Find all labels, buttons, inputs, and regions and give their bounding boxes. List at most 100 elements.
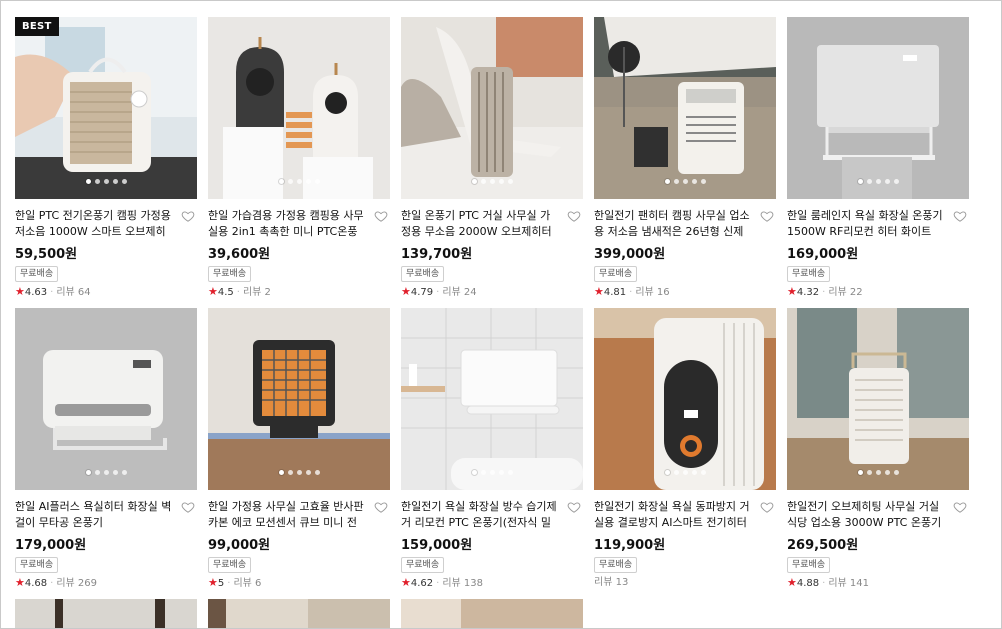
rating-value: 4.63 [24, 287, 48, 298]
product-title[interactable]: 한일 PTC 전기온풍기 캠핑 가정용 저소음 1000W 스마트 오브제히터 [15, 208, 173, 240]
product-image[interactable] [208, 599, 390, 628]
heater-photo [401, 17, 583, 199]
product-rating: ★4.68 · 리뷰 269 [15, 576, 197, 590]
product-image[interactable] [15, 599, 197, 628]
star-icon: ★ [787, 576, 797, 589]
image-pager-dots[interactable] [15, 470, 197, 475]
product-image[interactable] [401, 308, 583, 490]
rating-value: 4.5 [217, 287, 234, 298]
image-pager-dots[interactable] [208, 179, 390, 184]
star-icon: ★ [401, 576, 411, 589]
image-pager-dots[interactable] [401, 470, 583, 475]
heater-photo [401, 308, 583, 490]
image-pager-dots[interactable] [208, 470, 390, 475]
review-count[interactable]: 리뷰 22 [828, 287, 862, 298]
review-count[interactable]: 리뷰 141 [828, 578, 869, 589]
product-title[interactable]: 한일 AI플러스 욕실히터 화장실 벽걸이 무타공 온풍기 [15, 499, 173, 531]
product-image[interactable] [594, 17, 776, 199]
heart-outline-icon[interactable] [374, 500, 388, 514]
heart-outline-icon[interactable] [567, 500, 581, 514]
heart-outline-icon[interactable] [567, 209, 581, 223]
heater-photo [15, 17, 197, 199]
product-price: 39,600원 [208, 247, 271, 262]
review-count[interactable]: 리뷰 6 [233, 578, 261, 589]
product-image[interactable] [401, 17, 583, 199]
heart-outline-icon[interactable] [953, 209, 967, 223]
product-title[interactable]: 한일전기 팬히터 캠핑 사무실 업소용 저소음 냄새적은 26년형 신제품... [594, 208, 752, 240]
review-count[interactable]: 리뷰 138 [442, 578, 483, 589]
review-count[interactable]: 리뷰 2 [243, 287, 271, 298]
product-title[interactable]: 한일 가습겸용 가정용 캠핑용 사무실용 2in1 촉촉한 미니 PTC온풍기 [208, 208, 366, 240]
review-count[interactable]: 리뷰 16 [635, 287, 669, 298]
product-card-partial[interactable] [15, 599, 197, 628]
product-title[interactable]: 한일 룸레인지 욕실 화장실 온풍기 1500W RF리모컨 히터 화이트 [787, 208, 945, 240]
heater-photo [787, 308, 969, 490]
image-pager-dots[interactable] [15, 179, 197, 184]
free-shipping-badge: 무료배송 [401, 266, 445, 282]
product-price: 99,000원 [208, 538, 271, 553]
product-card[interactable]: 한일전기 욕실 화장실 방수 습기제거 리모컨 PTC 온풍기(전자식 밀크화이… [401, 308, 583, 590]
product-rating: 리뷰 13 [594, 576, 776, 590]
heart-outline-icon[interactable] [181, 209, 195, 223]
image-pager-dots[interactable] [401, 179, 583, 184]
image-pager-dots[interactable] [787, 179, 969, 184]
review-count[interactable]: 리뷰 64 [56, 287, 90, 298]
product-card[interactable]: 한일 룸레인지 욕실 화장실 온풍기 1500W RF리모컨 히터 화이트 16… [787, 17, 969, 299]
heater-photo [401, 599, 583, 628]
product-card[interactable]: 한일 온풍기 PTC 거실 사무실 가정용 무소음 2000W 오브제히터 13… [401, 17, 583, 299]
heater-photo [208, 599, 390, 628]
product-image[interactable] [208, 308, 390, 490]
product-rating: ★4.32 · 리뷰 22 [787, 285, 969, 299]
star-icon: ★ [15, 285, 25, 298]
heart-outline-icon[interactable] [760, 209, 774, 223]
free-shipping-badge: 무료배송 [401, 557, 445, 573]
image-pager-dots[interactable] [594, 179, 776, 184]
heart-outline-icon[interactable] [953, 500, 967, 514]
product-price: 139,700원 [401, 247, 473, 262]
heater-photo [208, 17, 390, 199]
product-title[interactable]: 한일전기 오브제히팅 사무실 거실 식당 업소용 3000W PTC 온풍기 [787, 499, 945, 531]
product-card[interactable]: 한일 가습겸용 가정용 캠핑용 사무실용 2in1 촉촉한 미니 PTC온풍기 … [208, 17, 390, 299]
product-title[interactable]: 한일전기 화장실 욕실 동파방지 거실용 결로방지 AI스마트 전기히터 [594, 499, 752, 531]
product-card-partial[interactable] [401, 599, 583, 628]
product-image[interactable] [594, 308, 776, 490]
heater-photo [15, 308, 197, 490]
rating-value: 4.68 [24, 578, 48, 589]
review-count[interactable]: 리뷰 13 [594, 577, 628, 588]
separator: · [629, 287, 633, 298]
rating-value: 4.32 [796, 287, 820, 298]
product-card-partial[interactable] [208, 599, 390, 628]
product-image[interactable] [208, 17, 390, 199]
separator: · [822, 578, 826, 589]
product-image[interactable] [401, 599, 583, 628]
separator: · [436, 287, 440, 298]
product-card[interactable]: BEST 한일 PTC 전기온풍기 캠핑 가정용 저소음 1000W 스마트 오… [15, 17, 197, 299]
heart-outline-icon[interactable] [181, 500, 195, 514]
product-card[interactable]: 한일 가정용 사무실 고효율 반사판 카본 에코 모션센서 큐브 미니 전기히터… [208, 308, 390, 590]
product-title[interactable]: 한일전기 욕실 화장실 방수 습기제거 리모컨 PTC 온풍기(전자식 밀크화이… [401, 499, 559, 531]
product-card[interactable]: 한일전기 팬히터 캠핑 사무실 업소용 저소음 냄새적은 26년형 신제품...… [594, 17, 776, 299]
image-pager-dots[interactable] [787, 470, 969, 475]
product-image[interactable]: BEST [15, 17, 197, 199]
heart-outline-icon[interactable] [374, 209, 388, 223]
review-count[interactable]: 리뷰 24 [442, 287, 476, 298]
product-card[interactable]: 한일 AI플러스 욕실히터 화장실 벽걸이 무타공 온풍기 179,000원 무… [15, 308, 197, 590]
heater-photo [787, 17, 969, 199]
heart-outline-icon[interactable] [760, 500, 774, 514]
product-card[interactable]: 한일전기 오브제히팅 사무실 거실 식당 업소용 3000W PTC 온풍기 2… [787, 308, 969, 590]
free-shipping-badge: 무료배송 [787, 266, 831, 282]
product-rating: ★4.88 · 리뷰 141 [787, 576, 969, 590]
product-title[interactable]: 한일 온풍기 PTC 거실 사무실 가정용 무소음 2000W 오브제히터 [401, 208, 559, 240]
product-price: 119,900원 [594, 538, 666, 553]
product-card[interactable]: 한일전기 화장실 욕실 동파방지 거실용 결로방지 AI스마트 전기히터 119… [594, 308, 776, 590]
product-title[interactable]: 한일 가정용 사무실 고효율 반사판 카본 에코 모션센서 큐브 미니 전기히터 [208, 499, 366, 531]
product-image[interactable] [15, 308, 197, 490]
star-icon: ★ [208, 285, 218, 298]
product-image[interactable] [787, 308, 969, 490]
star-icon: ★ [787, 285, 797, 298]
product-rating: ★4.63 · 리뷰 64 [15, 285, 197, 299]
image-pager-dots[interactable] [594, 470, 776, 475]
review-count[interactable]: 리뷰 269 [56, 578, 97, 589]
product-rating: ★4.79 · 리뷰 24 [401, 285, 583, 299]
product-image[interactable] [787, 17, 969, 199]
